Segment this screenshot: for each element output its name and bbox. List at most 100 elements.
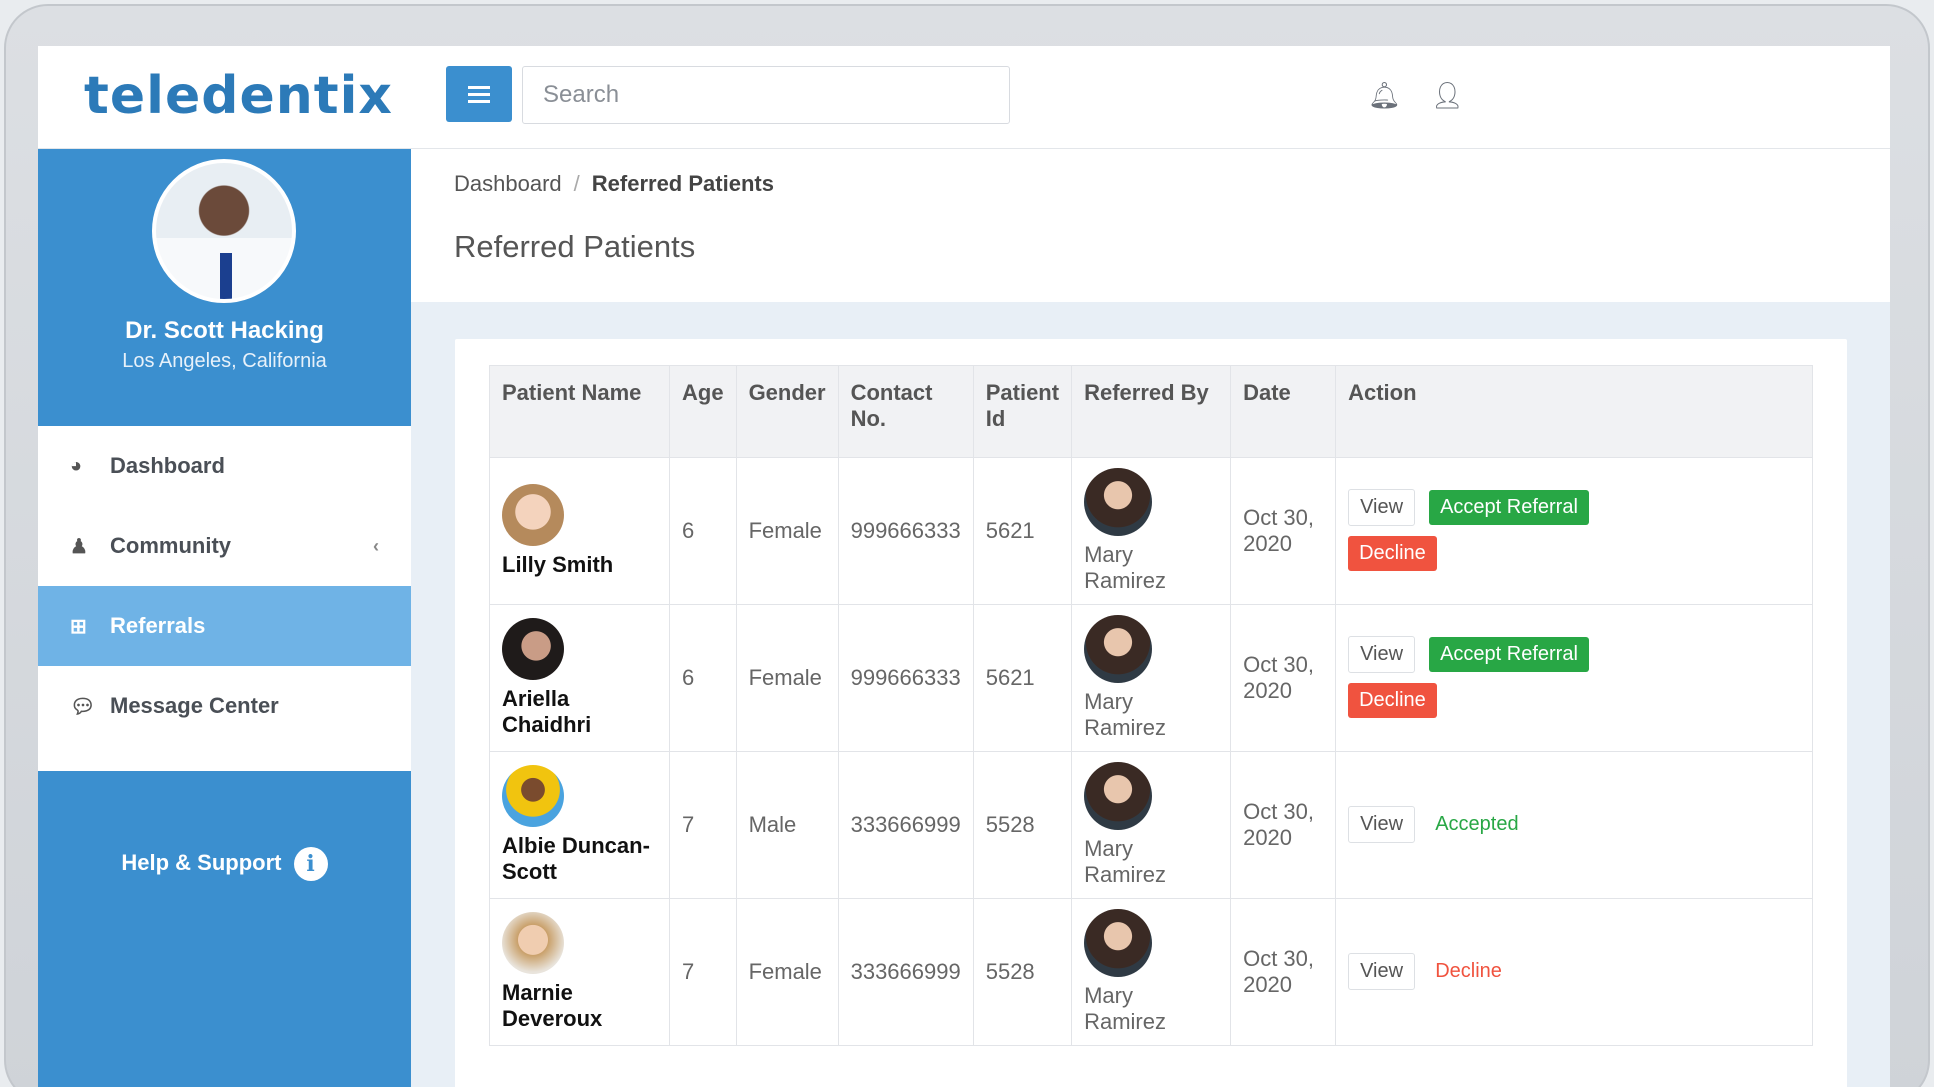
- info-icon: i: [293, 847, 328, 881]
- patient-cell: Marnie Deveroux: [489, 898, 670, 1046]
- action-cell: View Accept Referral Decline: [1335, 457, 1813, 605]
- col-referred-by: Referred By: [1071, 365, 1232, 458]
- accept-referral-button[interactable]: Accept Referral: [1429, 637, 1589, 672]
- user-icon: ♟: [70, 535, 88, 558]
- doctor-name: Dr. Scott Hacking: [125, 317, 324, 344]
- table-row: Ariella Chaidhri 6 Female 999666333 5621…: [489, 604, 1813, 752]
- search-input[interactable]: [522, 66, 1010, 124]
- doctor-location: Los Angeles, California: [122, 350, 327, 372]
- action-cell: View Accepted: [1335, 751, 1813, 899]
- sidebar-item-label: Message Center: [110, 693, 279, 718]
- col-age: Age: [669, 365, 737, 458]
- app-screen: teledentix 🔔︎ 👤︎ Dr. Scott Hacking Los A…: [38, 46, 1890, 1087]
- table-header-row: Patient Name Age Gender Contact No. Pati…: [489, 365, 1813, 458]
- col-gender: Gender: [735, 365, 839, 458]
- patient-name[interactable]: Lilly Smith: [502, 552, 657, 578]
- status-accepted: Accepted: [1435, 812, 1519, 835]
- bell-icon[interactable]: 🔔︎: [1368, 80, 1401, 111]
- referrer-name: Mary Ramirez: [1084, 836, 1166, 887]
- patient-avatar: [502, 484, 564, 546]
- action-cell: View Accept Referral Decline: [1335, 604, 1813, 752]
- gender-cell: Male: [735, 751, 839, 899]
- menu-toggle-button[interactable]: [446, 66, 512, 122]
- patient-avatar: [502, 765, 564, 827]
- view-button[interactable]: View: [1348, 952, 1416, 990]
- referrer-name: Mary Ramirez: [1084, 689, 1166, 740]
- comments-icon: 💬︎: [70, 695, 96, 718]
- referred-by-cell: Mary Ramirez: [1071, 457, 1232, 605]
- view-button[interactable]: View: [1348, 805, 1416, 843]
- help-support-link[interactable]: Help & Support i: [38, 847, 411, 881]
- dashboard-icon: ◕: [70, 454, 83, 477]
- patient-id-cell: 5528: [972, 751, 1073, 899]
- breadcrumb-separator: /: [573, 171, 580, 196]
- age-cell: 6: [669, 457, 737, 605]
- date-cell: Oct 30, 2020: [1230, 898, 1337, 1046]
- doctor-avatar[interactable]: [152, 159, 296, 303]
- page-header: Dashboard / Referred Patients Referred Pat…: [411, 149, 1890, 302]
- accept-referral-button[interactable]: Accept Referral: [1429, 490, 1589, 525]
- sidebar-item-label: Community: [110, 533, 231, 558]
- referrer-avatar: [1084, 468, 1153, 536]
- referred-by-cell: Mary Ramirez: [1071, 898, 1232, 1046]
- table-row: Marnie Deveroux 7 Female 333666999 5528 …: [489, 898, 1813, 1046]
- breadcrumb-home[interactable]: Dashboard: [454, 171, 562, 196]
- decline-button[interactable]: Decline: [1348, 536, 1437, 571]
- referrer-name: Mary Ramirez: [1084, 983, 1166, 1034]
- patient-avatar: [502, 912, 564, 974]
- patient-id-cell: 5528: [972, 898, 1073, 1046]
- contact-cell: 333666999: [837, 898, 974, 1046]
- sidebar-item-label: Dashboard: [110, 453, 225, 478]
- app-logo[interactable]: teledentix: [84, 66, 393, 126]
- plus-square-icon: ⊞: [70, 615, 87, 638]
- col-patient-name: Patient Name: [489, 365, 670, 458]
- sidebar-nav: ◕ Dashboard ♟ Community ‹ ⊞ Referrals 💬︎…: [38, 426, 411, 771]
- chevron-left-icon[interactable]: ‹: [373, 536, 379, 557]
- referred-by-cell: Mary Ramirez: [1071, 604, 1232, 752]
- top-bar: teledentix 🔔︎ 👤︎: [38, 46, 1890, 149]
- sidebar-item-referrals[interactable]: ⊞ Referrals: [38, 586, 411, 666]
- gender-cell: Female: [735, 604, 839, 752]
- referrer-avatar: [1084, 762, 1153, 830]
- table-row: Albie Duncan-Scott 7 Male 333666999 5528…: [489, 751, 1813, 899]
- decline-button[interactable]: Decline: [1348, 683, 1437, 718]
- referred-by-cell: Mary Ramirez: [1071, 751, 1232, 899]
- contact-cell: 999666333: [837, 604, 974, 752]
- age-cell: 7: [669, 898, 737, 1046]
- breadcrumb-current: Referred Patients: [591, 171, 774, 196]
- view-button[interactable]: View: [1348, 489, 1416, 526]
- sidebar-item-dashboard[interactable]: ◕ Dashboard: [38, 426, 411, 506]
- sidebar-item-message-center[interactable]: 💬︎ Message Center: [38, 666, 411, 746]
- hamburger-icon: [468, 92, 490, 96]
- patients-card: Patient Name Age Gender Contact No. Pati…: [455, 339, 1847, 1087]
- page-title: Referred Patients: [454, 229, 696, 264]
- contact-cell: 999666333: [837, 457, 974, 605]
- sidebar: Dr. Scott Hacking Los Angeles, Californi…: [38, 149, 411, 1087]
- patient-name[interactable]: Albie Duncan-Scott: [502, 833, 657, 885]
- col-contact: Contact No.: [837, 365, 974, 458]
- patient-cell: Ariella Chaidhri: [489, 604, 670, 752]
- view-button[interactable]: View: [1348, 636, 1416, 673]
- referred-patients-table: Patient Name Age Gender Contact No. Pati…: [489, 365, 1813, 1046]
- sidebar-item-community[interactable]: ♟ Community ‹: [38, 506, 411, 586]
- gender-cell: Female: [735, 898, 839, 1046]
- contact-cell: 333666999: [837, 751, 974, 899]
- main-content: Dashboard / Referred Patients Referred Pat…: [411, 149, 1890, 1087]
- gender-cell: Female: [735, 457, 839, 605]
- patient-avatar: [502, 618, 564, 680]
- patient-cell: Albie Duncan-Scott: [489, 751, 670, 899]
- patient-id-cell: 5621: [972, 457, 1073, 605]
- user-icon[interactable]: 👤︎: [1431, 80, 1464, 111]
- status-declined: Decline: [1435, 959, 1502, 982]
- date-cell: Oct 30, 2020: [1230, 604, 1337, 752]
- patient-id-cell: 5621: [972, 604, 1073, 752]
- col-patient-id: Patient Id: [972, 365, 1073, 458]
- age-cell: 7: [669, 751, 737, 899]
- referrer-avatar: [1084, 909, 1153, 977]
- patient-name[interactable]: Ariella Chaidhri: [502, 686, 657, 738]
- patient-cell: Lilly Smith: [489, 457, 670, 605]
- date-cell: Oct 30, 2020: [1230, 751, 1337, 899]
- action-cell: View Decline: [1335, 898, 1813, 1046]
- patient-name[interactable]: Marnie Deveroux: [502, 980, 657, 1032]
- col-date: Date: [1230, 365, 1337, 458]
